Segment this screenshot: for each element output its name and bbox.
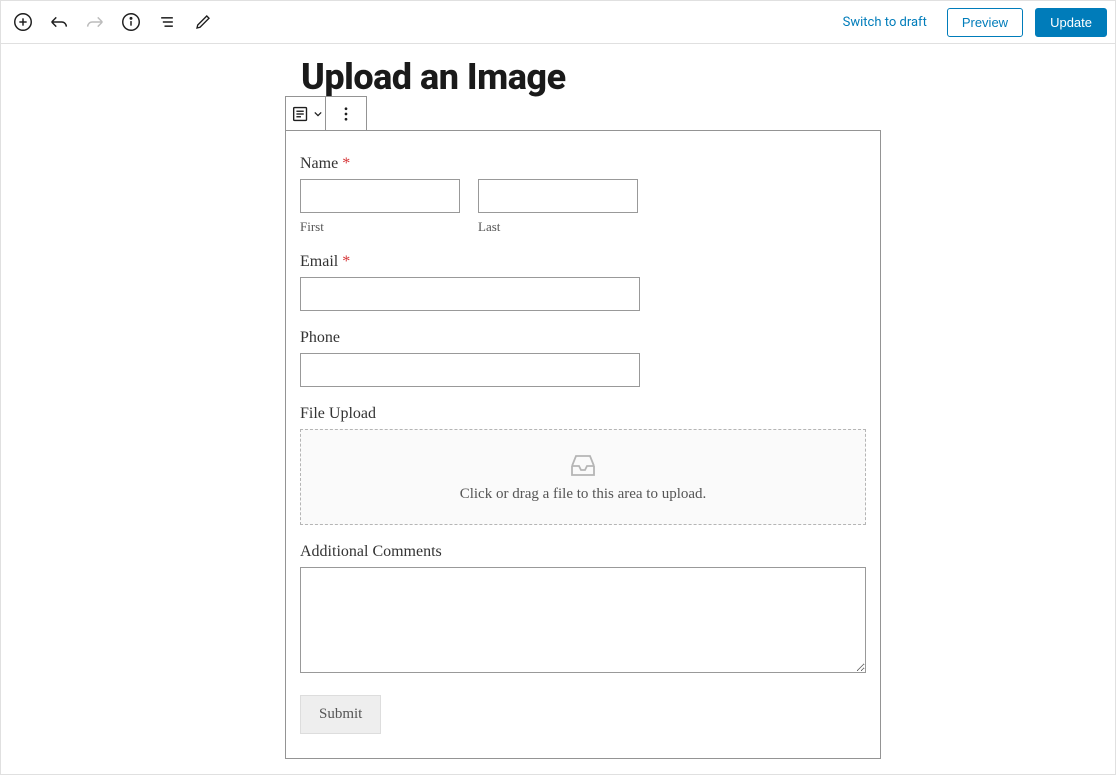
last-name-sublabel: Last — [478, 219, 638, 235]
info-icon[interactable] — [117, 8, 145, 36]
file-upload-row: File Upload Click or drag a file to this… — [300, 405, 866, 525]
update-button[interactable]: Update — [1035, 8, 1107, 37]
name-label: Name * — [300, 155, 866, 173]
last-name-input[interactable] — [478, 179, 638, 213]
first-name-col: First — [300, 179, 460, 235]
phone-label: Phone — [300, 329, 866, 347]
page-title[interactable]: Upload an Image — [301, 56, 1115, 98]
list-view-icon[interactable] — [153, 8, 181, 36]
toolbar-left — [9, 8, 217, 36]
block-toolbar — [285, 96, 367, 131]
redo-icon — [81, 8, 109, 36]
comments-row: Additional Comments — [300, 543, 866, 677]
first-name-input[interactable] — [300, 179, 460, 213]
email-label: Email * — [300, 253, 866, 271]
phone-row: Phone — [300, 329, 866, 387]
email-row: Email * — [300, 253, 866, 311]
undo-icon[interactable] — [45, 8, 73, 36]
submit-button[interactable]: Submit — [300, 695, 381, 734]
required-asterisk: * — [342, 253, 350, 270]
comments-label: Additional Comments — [300, 543, 866, 561]
block-options-icon[interactable] — [326, 97, 366, 130]
last-name-col: Last — [478, 179, 638, 235]
inbox-icon — [568, 452, 598, 478]
email-label-text: Email — [300, 253, 338, 270]
comments-textarea[interactable] — [300, 567, 866, 673]
dropzone-text: Click or drag a file to this area to upl… — [460, 486, 707, 503]
editor-toolbar: Switch to draft Preview Update — [0, 0, 1116, 44]
phone-input[interactable] — [300, 353, 640, 387]
file-dropzone[interactable]: Click or drag a file to this area to upl… — [300, 429, 866, 525]
first-name-sublabel: First — [300, 219, 460, 235]
add-block-icon[interactable] — [9, 8, 37, 36]
preview-button[interactable]: Preview — [947, 8, 1023, 37]
edit-icon[interactable] — [189, 8, 217, 36]
switch-to-draft-link[interactable]: Switch to draft — [843, 15, 927, 30]
file-upload-label: File Upload — [300, 405, 866, 423]
required-asterisk: * — [342, 155, 350, 172]
block-type-icon[interactable] — [286, 97, 326, 130]
editor-content-area: Upload an Image Name * — [0, 44, 1116, 775]
name-label-text: Name — [300, 155, 338, 172]
toolbar-right: Switch to draft Preview Update — [843, 8, 1107, 37]
name-fields: First Last — [300, 179, 866, 235]
name-row: Name * First Last — [300, 155, 866, 235]
form-inner: Name * First Last Email * — [286, 131, 880, 758]
form-block[interactable]: Name * First Last Email * — [285, 130, 881, 759]
email-input[interactable] — [300, 277, 640, 311]
